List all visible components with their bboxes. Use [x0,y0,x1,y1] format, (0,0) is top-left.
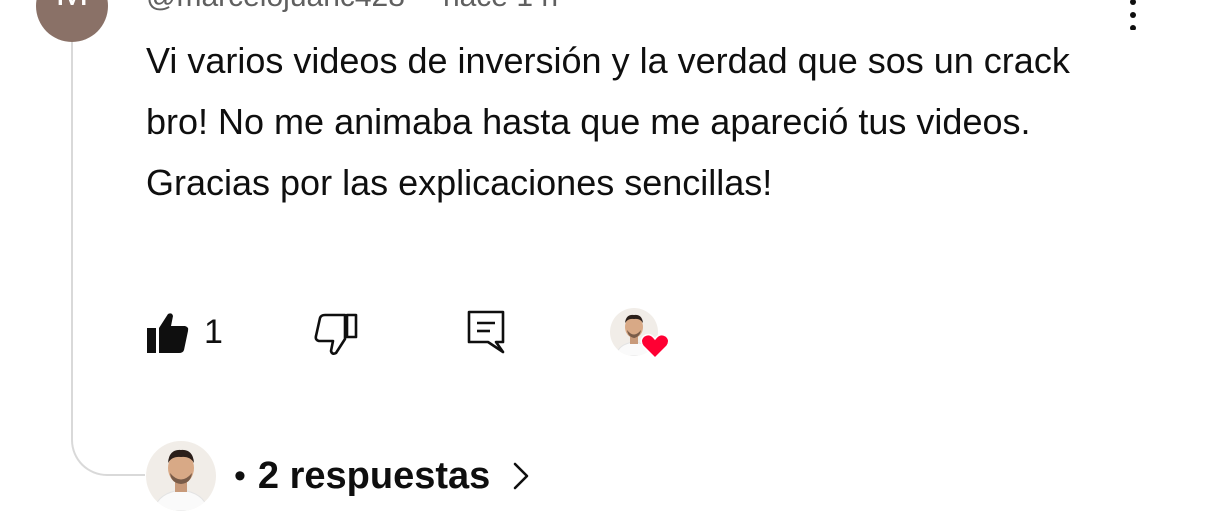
comment-header: @marcelojuanc428 · hace 1 h [146,0,558,14]
creator-heart-badge [610,308,674,364]
author-handle[interactable]: @marcelojuanc428 [146,0,405,13]
heart-icon [640,333,670,360]
view-replies-button[interactable]: • 2 respuestas [146,440,532,512]
reply-author-avatar [146,441,216,511]
author-avatar[interactable]: M [36,0,108,42]
like-count: 1 [204,313,223,351]
replies-bullet: • [234,456,246,495]
dislike-button[interactable] [314,313,358,355]
chevron-right-icon [513,462,529,490]
thread-connector-line [71,42,145,476]
comment-reply-icon [467,310,505,354]
reply-button[interactable] [466,309,506,355]
more-options-icon[interactable] [1118,0,1148,30]
replies-count-label[interactable]: 2 respuestas [258,455,490,498]
author-initial: M [55,0,88,28]
header-separator: · [419,0,429,13]
thumbs-up-filled-icon [147,313,189,353]
comment-timestamp: hace 1 h [443,0,558,13]
thumbs-down-outline-icon [314,313,358,355]
like-button[interactable] [146,312,190,354]
comment-text: Vi varios videos de inversión y la verda… [146,40,1070,203]
